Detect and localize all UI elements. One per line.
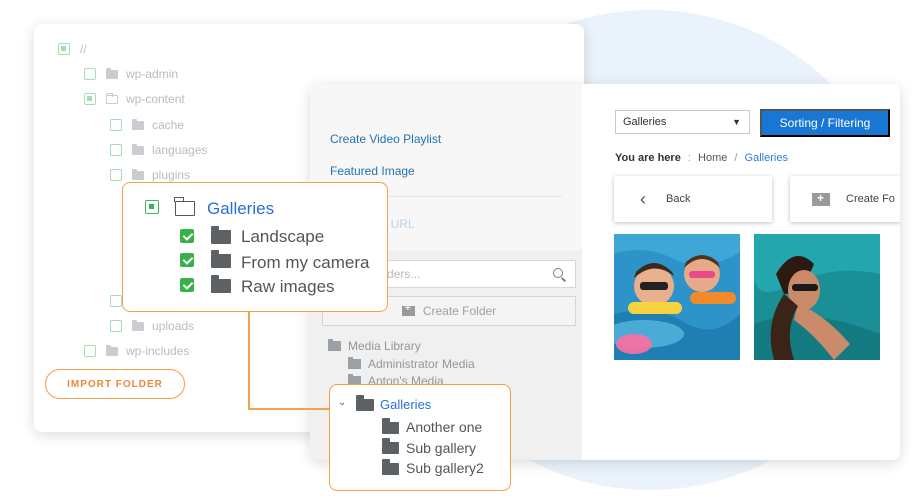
callout-child-label[interactable]: Sub gallery	[406, 440, 476, 456]
checked-checkbox-icon[interactable]	[180, 278, 194, 292]
callout-connector-vertical	[248, 312, 250, 410]
tree-row-wp-admin[interactable]: wp-admin	[84, 65, 178, 83]
breadcrumb: You are here : Home / Galleries	[615, 152, 788, 164]
folder-icon	[132, 319, 144, 331]
add-folder-icon	[401, 303, 415, 316]
folder-select-value: Galleries	[623, 116, 667, 128]
open-folder-icon	[174, 197, 195, 216]
checkbox-icon[interactable]	[84, 68, 96, 80]
checkbox-icon[interactable]	[110, 144, 122, 156]
pool-kids-photo[interactable]	[614, 234, 740, 360]
folder-select[interactable]: Galleries ▼	[615, 110, 750, 134]
create-folder-label: Create Folder	[422, 304, 497, 318]
folder-icon	[132, 143, 144, 155]
folder-icon	[382, 459, 399, 475]
callout-child-label[interactable]: From my camera	[241, 253, 369, 273]
checkbox-icon[interactable]	[110, 320, 122, 332]
callout-root-label[interactable]: Galleries	[207, 199, 274, 219]
tree-row-label: wp-includes	[126, 344, 190, 358]
library-item-media-library[interactable]: Media Library	[328, 339, 421, 353]
chevron-left-icon: ‹	[640, 188, 646, 209]
tree-row-label: //	[80, 42, 87, 56]
create-folder-tile[interactable]: Create Fo	[790, 176, 900, 222]
folder-icon	[132, 168, 144, 180]
library-item-label: Media Library	[348, 339, 421, 353]
folder-icon	[328, 339, 341, 351]
tree-row-uploads[interactable]: uploads	[110, 317, 194, 335]
partial-checkbox-icon[interactable]	[84, 93, 96, 105]
folder-icon	[106, 67, 118, 79]
partial-checkbox-icon[interactable]	[58, 43, 70, 55]
add-folder-icon	[812, 191, 830, 206]
tree-row-label: uploads	[152, 319, 195, 333]
folder-icon	[211, 226, 231, 244]
breadcrumb-current: Galleries	[744, 152, 788, 164]
folder-icon	[382, 438, 399, 454]
tree-row-label: cache	[152, 118, 185, 132]
breadcrumb-colon: :	[687, 152, 691, 164]
breadcrumb-home-link[interactable]: Home	[698, 152, 727, 164]
back-tile[interactable]: ‹ Back	[614, 176, 772, 222]
tree-row-label: languages	[152, 143, 208, 157]
folder-icon	[106, 344, 118, 356]
callout-root-label[interactable]: Galleries	[380, 397, 431, 412]
checked-checkbox-icon[interactable]	[180, 253, 194, 267]
create-folder-tile-label: Create Fo	[846, 193, 895, 205]
tree-row-wp-content[interactable]: wp-content	[84, 90, 185, 108]
media-main: Galleries ▼ Sorting / Filtering You are …	[582, 84, 900, 460]
create-video-playlist-link[interactable]: Create Video Playlist	[330, 132, 441, 146]
checkbox-icon[interactable]	[110, 119, 122, 131]
folder-icon	[211, 275, 231, 293]
tree-row-root[interactable]: //	[58, 40, 87, 58]
callout-child-label[interactable]: Landscape	[241, 227, 324, 247]
tree-row-wp-includes[interactable]: wp-includes	[84, 342, 189, 360]
callout-child-label[interactable]: Raw images	[241, 277, 335, 297]
breadcrumb-prefix: You are here	[615, 152, 681, 164]
folder-icon	[382, 418, 399, 434]
checked-checkbox-icon[interactable]	[180, 229, 194, 243]
folder-icon	[132, 118, 144, 130]
dropdown-caret-icon: ▼	[732, 117, 741, 127]
folder-icon	[211, 250, 231, 268]
zoom-callout-folder-tree: Galleries Landscape From my camera Raw i…	[122, 182, 388, 312]
woman-water-image	[754, 234, 880, 360]
partial-checkbox-icon[interactable]	[145, 200, 159, 214]
import-folder-button[interactable]: IMPORT FOLDER	[45, 369, 185, 399]
folder-icon	[356, 395, 374, 411]
tree-row-label: wp-admin	[126, 67, 179, 81]
tree-row-languages[interactable]: languages	[110, 141, 207, 159]
tree-row-label: wp-content	[126, 92, 185, 106]
back-label: Back	[666, 193, 691, 205]
checkbox-icon[interactable]	[84, 345, 96, 357]
pool-kids-image	[614, 234, 740, 360]
tree-row-cache[interactable]: cache	[110, 116, 184, 134]
chevron-down-icon[interactable]: ⌄	[338, 397, 346, 408]
zoom-callout-media-folders: ⌄ Galleries Another one Sub gallery Sub …	[329, 384, 511, 491]
woman-water-photo[interactable]	[754, 234, 880, 360]
breadcrumb-slash: /	[734, 152, 738, 164]
library-item-label: Administrator Media	[368, 357, 475, 371]
sorting-filtering-button[interactable]: Sorting / Filtering	[760, 109, 890, 137]
tree-row-label: plugins	[152, 168, 191, 182]
callout-connector-horizontal	[248, 408, 329, 410]
featured-image-link[interactable]: Featured Image	[330, 164, 415, 178]
open-folder-icon	[106, 92, 118, 104]
callout-child-label[interactable]: Sub gallery2	[406, 460, 484, 476]
checkbox-icon[interactable]	[110, 295, 122, 307]
callout-child-label[interactable]: Another one	[406, 419, 482, 435]
search-icon[interactable]	[553, 268, 563, 278]
checkbox-icon[interactable]	[110, 169, 122, 181]
library-item-administrator-media[interactable]: Administrator Media	[348, 357, 475, 371]
folder-icon	[348, 357, 361, 369]
